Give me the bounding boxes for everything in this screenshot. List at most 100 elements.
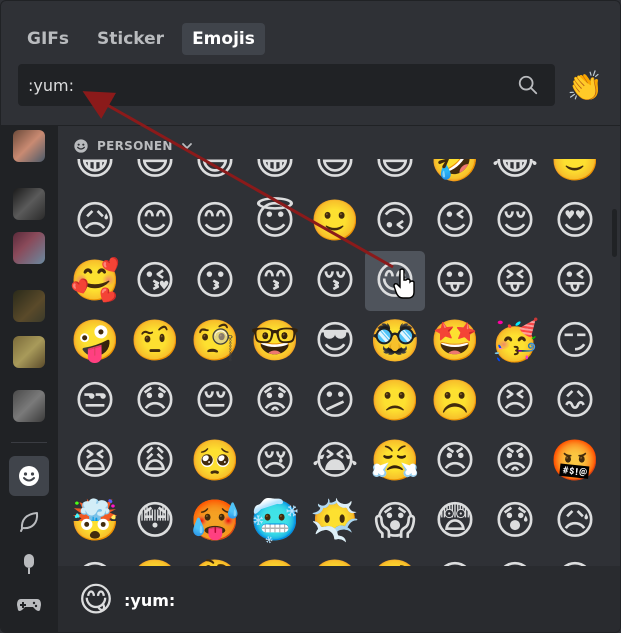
emoji-cell[interactable]: 😛 <box>425 251 485 311</box>
emoji-cell[interactable]: 🤩 <box>425 311 485 371</box>
emoji-cell[interactable]: 🤭 <box>245 551 305 566</box>
emoji-cell[interactable]: 😩 <box>125 431 185 491</box>
emoji-cell[interactable]: 🙁 <box>365 371 425 431</box>
emoji-cell[interactable]: 🥸 <box>365 311 425 371</box>
emoji-cell[interactable]: 😢 <box>245 431 305 491</box>
emoji-cell[interactable]: 😌 <box>485 191 545 251</box>
category-people-button[interactable] <box>9 456 49 496</box>
emoji-cell[interactable]: 😆 <box>305 159 365 191</box>
emoji-preview-footer: 😋 :yum: <box>58 566 620 632</box>
emoji-cell[interactable]: 😙 <box>245 251 305 311</box>
emoji-cell[interactable]: 😓 <box>65 551 125 566</box>
emoji-cell[interactable]: 😖 <box>545 371 605 431</box>
skin-tone-button[interactable]: 👏 <box>567 68 603 104</box>
emoji-cell[interactable]: 😀 <box>65 159 125 191</box>
emoji-cell[interactable]: 😨 <box>425 491 485 551</box>
emoji-cell[interactable]: 🤫 <box>305 551 365 566</box>
preview-emoji-name: :yum: <box>124 590 176 610</box>
server-emoji-icon[interactable] <box>13 232 45 264</box>
emoji-cell[interactable]: 😍 <box>545 191 605 251</box>
server-emoji-icon[interactable] <box>13 290 45 322</box>
emoji-picker: GIFs Sticker Emojis 👏 <box>0 0 621 633</box>
emoji-cell[interactable]: 😞 <box>125 371 185 431</box>
emoji-cell[interactable]: 😶 <box>425 551 485 566</box>
emoji-cell[interactable]: 😕 <box>305 371 365 431</box>
emoji-cell[interactable]: 😊 <box>185 191 245 251</box>
emoji-cell[interactable]: 😠 <box>425 431 485 491</box>
emoji-cell[interactable]: 😒 <box>65 371 125 431</box>
emoji-cell[interactable]: 😑 <box>545 551 605 566</box>
emoji-cell[interactable]: 🤗 <box>125 551 185 566</box>
leaf-icon <box>20 512 39 532</box>
emoji-cell[interactable]: 😏 <box>545 311 605 371</box>
emoji-cell[interactable]: 😭 <box>305 431 365 491</box>
server-emoji-icon[interactable] <box>13 336 45 368</box>
server-emoji-icon[interactable] <box>13 390 45 422</box>
emoji-cell[interactable]: 😎 <box>305 311 365 371</box>
emoji-cell[interactable]: 😂 <box>485 159 545 191</box>
category-activities-button[interactable] <box>9 584 49 624</box>
emoji-cell[interactable]: 😝 <box>485 251 545 311</box>
emoji-cell[interactable]: 😇 <box>245 191 305 251</box>
emoji-cell[interactable]: 🥳 <box>485 311 545 371</box>
tab-emojis[interactable]: Emojis <box>182 23 265 55</box>
server-emoji-icon[interactable] <box>13 130 45 162</box>
scrollbar-thumb[interactable] <box>612 209 617 257</box>
category-food-button[interactable] <box>9 544 49 584</box>
emoji-cell[interactable]: 🙃 <box>365 191 425 251</box>
emoji-cell[interactable]: 😰 <box>485 491 545 551</box>
emoji-cell[interactable]: 🥶 <box>245 491 305 551</box>
emoji-cell[interactable]: 🥰 <box>65 251 125 311</box>
emoji-cell[interactable]: ☹️ <box>425 371 485 431</box>
emoji-cell[interactable]: 😐 <box>485 551 545 566</box>
category-label: PERSONEN <box>97 139 173 153</box>
emoji-sidebar <box>1 126 58 632</box>
hand-cursor-icon <box>393 268 415 299</box>
emoji-cell[interactable]: 😗 <box>185 251 245 311</box>
emoji-cell[interactable]: 🤥 <box>365 551 425 566</box>
emoji-cell[interactable]: 😱 <box>365 491 425 551</box>
emoji-cell[interactable]: 🤨 <box>125 311 185 371</box>
emoji-cell[interactable]: 🥵 <box>185 491 245 551</box>
emoji-cell[interactable]: 😣 <box>485 371 545 431</box>
emoji-cell[interactable]: 🤯 <box>65 491 125 551</box>
tab-gifs[interactable]: GIFs <box>17 23 79 55</box>
emoji-cell[interactable]: 🤣 <box>425 159 485 191</box>
preview-emoji: 😋 <box>78 580 114 620</box>
picker-tabs: GIFs Sticker Emojis <box>17 23 265 55</box>
emoji-cell[interactable]: 😥 <box>65 191 125 251</box>
emoji-cell[interactable]: 😁 <box>245 159 305 191</box>
category-header[interactable]: PERSONEN <box>73 135 193 157</box>
emoji-cell[interactable]: 😅 <box>365 159 425 191</box>
tab-sticker[interactable]: Sticker <box>87 23 174 55</box>
emoji-cell[interactable]: 😤 <box>365 431 425 491</box>
smiley-icon <box>74 139 88 153</box>
search-input[interactable] <box>28 64 498 106</box>
emoji-cell[interactable]: 😔 <box>185 371 245 431</box>
emoji-cell[interactable]: 😊 <box>125 191 185 251</box>
emoji-cell[interactable]: 🙂 <box>305 191 365 251</box>
emoji-cell[interactable]: 😶‍🌫️ <box>305 491 365 551</box>
emoji-cell[interactable]: 😃 <box>125 159 185 191</box>
category-nature-button[interactable] <box>9 502 49 542</box>
emoji-cell[interactable]: 🤓 <box>245 311 305 371</box>
emoji-cell[interactable]: 😄 <box>185 159 245 191</box>
emoji-cell[interactable]: 😘 <box>125 251 185 311</box>
emoji-cell[interactable]: 😟 <box>245 371 305 431</box>
emoji-cell[interactable]: 🥺 <box>185 431 245 491</box>
emoji-cell[interactable]: 😜 <box>545 251 605 311</box>
server-emoji-icon[interactable] <box>13 188 45 220</box>
emoji-cell[interactable]: 🤔 <box>185 551 245 566</box>
emoji-cell[interactable]: 😫 <box>65 431 125 491</box>
emoji-cell[interactable]: 🙂 <box>545 159 605 191</box>
emoji-cell[interactable]: 😥 <box>545 491 605 551</box>
emoji-cell[interactable]: 🧐 <box>185 311 245 371</box>
emoji-cell[interactable]: 😚 <box>305 251 365 311</box>
emoji-cell[interactable]: 😳 <box>125 491 185 551</box>
emoji-cell[interactable]: 🤪 <box>65 311 125 371</box>
emoji-cell[interactable]: 😉 <box>425 191 485 251</box>
search-icon[interactable] <box>517 74 539 96</box>
emoji-cell[interactable]: 😡 <box>485 431 545 491</box>
emoji-cell[interactable]: 🤬 <box>545 431 605 491</box>
sidebar-divider <box>11 442 47 443</box>
